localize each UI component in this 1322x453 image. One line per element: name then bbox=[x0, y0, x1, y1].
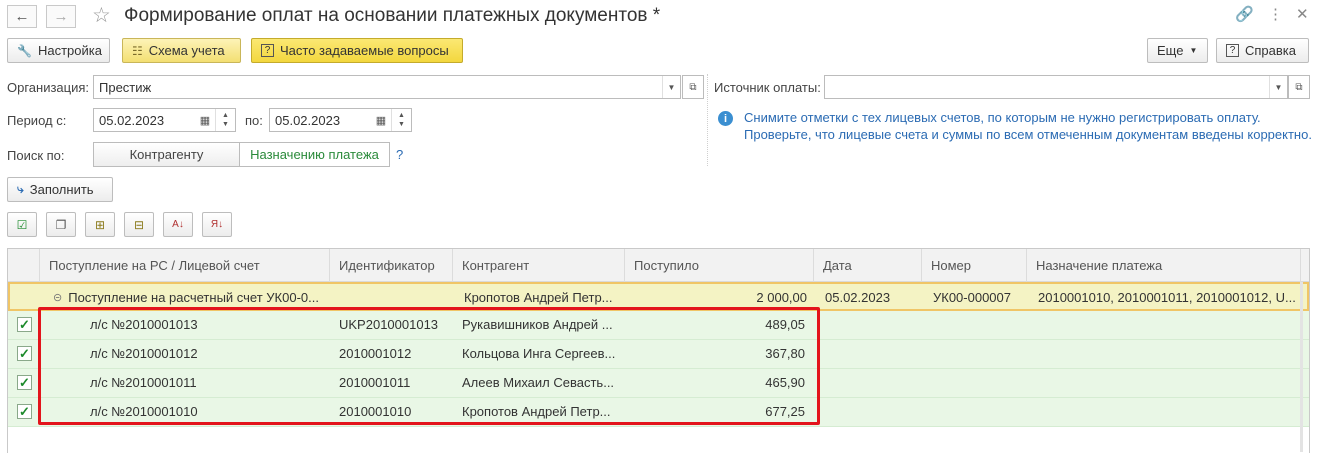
check-all-button[interactable]: ☑ bbox=[7, 212, 37, 237]
sort-desc-button[interactable]: Я↓ bbox=[202, 212, 232, 237]
window-title: Формирование оплат на основании платежны… bbox=[124, 5, 661, 26]
faq-button[interactable]: ? Часто задаваемые вопросы bbox=[251, 38, 463, 63]
expand-icon: ⊞ bbox=[94, 217, 106, 232]
check-all-icon: ☑ bbox=[16, 217, 28, 232]
column-header[interactable]: Поступило bbox=[625, 249, 814, 282]
info-message: Снимите отметки с тех лицевых счетов, по… bbox=[744, 110, 1312, 142]
org-field[interactable]: Престиж ▼ bbox=[93, 75, 681, 99]
scheme-icon: ☷ bbox=[132, 43, 143, 58]
fill-button[interactable]: ⤷ Заполнить bbox=[7, 177, 113, 202]
search-label: Поиск по: bbox=[7, 148, 65, 163]
question-icon: ? bbox=[1226, 44, 1239, 57]
row-checkbox[interactable]: ✓ bbox=[17, 346, 32, 361]
collapse-icon: ⊟ bbox=[133, 217, 145, 232]
settings-button[interactable]: 🔧 Настройка bbox=[7, 38, 110, 63]
chevron-down-icon[interactable]: ▼ bbox=[1269, 76, 1287, 98]
link-icon[interactable]: 🔗 bbox=[1235, 5, 1254, 23]
arrow-left-icon: ← bbox=[14, 8, 30, 25]
column-header[interactable]: Назначение платежа bbox=[1027, 249, 1301, 282]
highlight-frame bbox=[38, 307, 820, 425]
uncheck-all-button[interactable]: ❐ bbox=[46, 212, 76, 237]
open-source-button[interactable]: ⧉ bbox=[1288, 75, 1310, 99]
table-scrollbar[interactable] bbox=[1300, 282, 1303, 452]
stepper-icon[interactable]: ▲ ▼ bbox=[215, 109, 235, 131]
more-button[interactable]: Еще ▼ bbox=[1147, 38, 1208, 63]
collapse-group-icon[interactable]: ⊝ bbox=[53, 291, 62, 304]
help-button[interactable]: ? Справка bbox=[1216, 38, 1309, 63]
kebab-menu-icon[interactable]: ⋮ bbox=[1268, 5, 1283, 23]
column-header-check bbox=[8, 249, 40, 282]
collapse-all-button[interactable]: ⊟ bbox=[124, 212, 154, 237]
row-checkbox[interactable]: ✓ bbox=[17, 317, 32, 332]
sort-asc-icon: A↓ bbox=[172, 219, 184, 230]
open-icon: ⧉ bbox=[1295, 81, 1303, 93]
open-icon: ⧉ bbox=[689, 81, 697, 93]
column-header[interactable]: Поступление на РС / Лицевой счет bbox=[40, 249, 330, 282]
divider bbox=[707, 74, 708, 166]
sort-asc-button[interactable]: A↓ bbox=[163, 212, 193, 237]
search-help-icon[interactable]: ? bbox=[396, 147, 403, 162]
close-icon[interactable]: ✕ bbox=[1296, 5, 1309, 23]
source-field[interactable]: ▼ bbox=[824, 75, 1288, 99]
info-icon: i bbox=[718, 111, 733, 126]
sort-desc-icon: Я↓ bbox=[210, 219, 224, 230]
wrench-icon: 🔧 bbox=[17, 43, 32, 58]
stepper-icon[interactable]: ▲ ▼ bbox=[391, 109, 411, 131]
accounting-scheme-button[interactable]: ☷ Схема учета bbox=[122, 38, 241, 63]
source-label: Источник оплаты: bbox=[714, 80, 821, 95]
column-header[interactable]: Идентификатор bbox=[330, 249, 453, 282]
arrow-right-icon: → bbox=[53, 8, 69, 25]
chevron-down-icon[interactable]: ▼ bbox=[662, 76, 680, 98]
forward-button[interactable]: → bbox=[46, 5, 76, 28]
expand-all-button[interactable]: ⊞ bbox=[85, 212, 115, 237]
question-icon: ? bbox=[261, 44, 274, 57]
fill-arrow-icon: ⤷ bbox=[17, 182, 24, 196]
period-from-field[interactable]: 05.02.2023 ▦ ▲ ▼ bbox=[93, 108, 236, 132]
search-by-counterparty[interactable]: Контрагенту bbox=[93, 142, 240, 167]
column-header[interactable]: Контрагент bbox=[453, 249, 625, 282]
table-header: Поступление на РС / Лицевой счет Идентиф… bbox=[8, 249, 1309, 282]
star-icon[interactable]: ☆ bbox=[92, 3, 111, 28]
period-to-label: по: bbox=[245, 113, 263, 128]
period-label: Период с: bbox=[7, 113, 67, 128]
open-org-button[interactable]: ⧉ bbox=[682, 75, 704, 99]
calendar-icon[interactable]: ▦ bbox=[195, 109, 215, 131]
period-to-field[interactable]: 05.02.2023 ▦ ▲ ▼ bbox=[269, 108, 412, 132]
column-header[interactable]: Номер bbox=[922, 249, 1027, 282]
uncheck-all-icon: ❐ bbox=[55, 217, 67, 232]
search-by-purpose[interactable]: Назначению платежа bbox=[239, 142, 390, 167]
row-checkbox[interactable]: ✓ bbox=[17, 375, 32, 390]
back-button[interactable]: ← bbox=[7, 5, 37, 28]
org-label: Организация: bbox=[7, 80, 90, 95]
calendar-icon[interactable]: ▦ bbox=[371, 109, 391, 131]
chevron-down-icon: ▼ bbox=[1189, 46, 1198, 55]
column-header[interactable]: Дата bbox=[814, 249, 922, 282]
row-checkbox[interactable]: ✓ bbox=[17, 404, 32, 419]
